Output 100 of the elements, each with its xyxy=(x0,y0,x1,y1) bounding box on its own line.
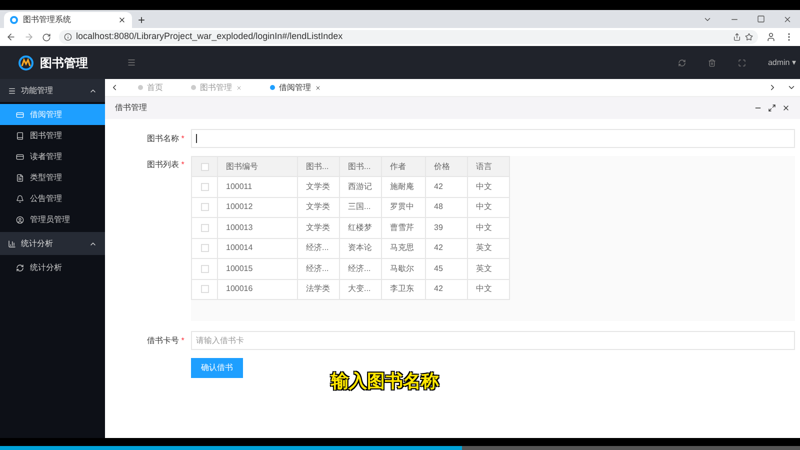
menu-icon[interactable] xyxy=(127,58,136,67)
field-label: 图书列表 * xyxy=(147,159,186,171)
star-icon[interactable] xyxy=(745,33,753,41)
logo-icon xyxy=(10,16,18,24)
table-cell: 施耐庵 xyxy=(382,176,426,197)
share-icon[interactable] xyxy=(733,33,741,41)
table-cell: 西游记 xyxy=(340,176,382,197)
panel-title: 借书管理 xyxy=(115,102,148,114)
close-icon[interactable] xyxy=(315,84,321,90)
field-label: 图书名称 * xyxy=(147,132,186,144)
menu-item[interactable]: 图书管理 xyxy=(0,125,105,146)
address-bar[interactable]: localhost:8080/LibraryProject_war_exploded/loginIn#/lendListIndex xyxy=(59,30,758,44)
book-name-input[interactable] xyxy=(191,129,795,148)
document-icon xyxy=(16,174,24,182)
profile-icon[interactable] xyxy=(766,32,776,42)
table-cell: 曹雪芹 xyxy=(382,218,426,238)
table-cell: 大变... xyxy=(340,279,382,300)
new-tab-button[interactable]: + xyxy=(138,14,146,26)
menu-item[interactable]: 统计分析 xyxy=(0,257,105,278)
table-cell: 经济... xyxy=(298,258,340,279)
table-cell: 100012 xyxy=(218,197,298,218)
row-checkbox[interactable] xyxy=(200,224,208,232)
table-cell: 文学类 xyxy=(298,197,340,218)
logo-icon xyxy=(18,54,34,70)
table-cell: 英文 xyxy=(468,258,510,279)
scroll-left-icon[interactable] xyxy=(110,83,119,92)
menu-item[interactable]: 类型管理 xyxy=(0,167,105,188)
back-icon[interactable] xyxy=(6,32,16,42)
menu-icon xyxy=(8,86,16,94)
app-title: 图书管理 xyxy=(40,54,88,72)
table-cell: 100016 xyxy=(218,279,298,300)
column-header: 作者 xyxy=(382,156,426,176)
column-header: 图书... xyxy=(340,156,382,176)
row-checkbox[interactable] xyxy=(200,264,208,273)
card-number-input[interactable]: 请输入借书卡 xyxy=(191,331,795,350)
url-text: localhost:8080/LibraryProject_war_exploded/loginIn#/lendListIndex xyxy=(76,30,343,44)
menu-group[interactable]: 统计分析 xyxy=(0,232,105,255)
table-cell: 100013 xyxy=(218,218,298,238)
table-cell: 42 xyxy=(426,238,468,258)
scroll-right-icon[interactable] xyxy=(768,83,777,92)
table-cell: 文学类 xyxy=(298,218,340,238)
table-cell: 中文 xyxy=(468,176,510,197)
forward-icon[interactable] xyxy=(24,32,34,42)
table-cell: 经济... xyxy=(298,238,340,258)
table-cell: 英文 xyxy=(468,238,510,258)
table-cell: 文学类 xyxy=(298,176,340,197)
row-checkbox[interactable] xyxy=(200,182,208,191)
browser-tab[interactable]: 图书管理系统 xyxy=(4,12,132,28)
table-cell: 100015 xyxy=(218,258,298,279)
card-icon xyxy=(16,110,24,118)
video-subtitle: 输入图书名称 xyxy=(331,370,439,393)
close-icon[interactable] xyxy=(118,16,126,24)
tab-title: 图书管理系统 xyxy=(23,14,72,26)
column-header: 语言 xyxy=(468,156,510,176)
table-cell: 中文 xyxy=(468,279,510,300)
page-tab[interactable]: 借阅管理 xyxy=(256,79,335,96)
table-cell: 经济... xyxy=(340,258,382,279)
bell-icon xyxy=(16,194,24,202)
table-cell: 法学类 xyxy=(298,279,340,300)
video-progress-bar[interactable] xyxy=(0,446,800,450)
refresh-icon[interactable] xyxy=(678,58,686,66)
column-header: 价格 xyxy=(426,156,468,176)
close-icon[interactable] xyxy=(783,14,792,24)
table-cell: 中文 xyxy=(468,218,510,238)
table-cell: 资本论 xyxy=(340,238,382,258)
table-cell: 中文 xyxy=(468,197,510,218)
trash-icon[interactable] xyxy=(708,58,716,66)
table-cell: 三国... xyxy=(340,197,382,218)
table-cell: 罗贯中 xyxy=(382,197,426,218)
table-cell: 马歇尔 xyxy=(382,258,426,279)
close-icon[interactable] xyxy=(782,104,790,112)
fullscreen-icon[interactable] xyxy=(738,58,746,66)
menu-item[interactable]: 公告管理 xyxy=(0,188,105,209)
menu-item[interactable]: 管理员管理 xyxy=(0,209,105,230)
refresh-icon xyxy=(16,264,24,272)
tabs-menu-icon[interactable] xyxy=(787,83,796,92)
user-circle-icon xyxy=(16,216,24,224)
column-header: 图书编号 xyxy=(218,156,298,176)
table-cell: 马克思 xyxy=(382,238,426,258)
menu-group[interactable]: 功能管理 xyxy=(0,79,105,102)
table-cell: 45 xyxy=(426,258,468,279)
chart-icon xyxy=(8,240,16,248)
table-cell: 42 xyxy=(426,176,468,197)
table-cell: 39 xyxy=(426,218,468,238)
row-checkbox[interactable] xyxy=(200,203,208,212)
select-all-checkbox[interactable] xyxy=(200,162,208,170)
field-label: 借书卡号 * xyxy=(147,334,186,346)
reload-icon[interactable] xyxy=(42,32,51,42)
table-cell: 李卫东 xyxy=(382,279,426,300)
menu-item[interactable]: 读者管理 xyxy=(0,146,105,167)
column-header: 图书... xyxy=(298,156,340,176)
user-menu[interactable]: admin ▾ xyxy=(768,56,796,68)
maximize-icon[interactable] xyxy=(768,104,776,112)
row-checkbox[interactable] xyxy=(200,285,208,294)
row-checkbox[interactable] xyxy=(200,244,208,252)
table-cell: 红楼梦 xyxy=(340,218,382,238)
table-cell: 48 xyxy=(426,197,468,218)
info-icon xyxy=(64,33,72,41)
table-cell: 42 xyxy=(426,279,468,300)
card-icon xyxy=(16,152,24,160)
